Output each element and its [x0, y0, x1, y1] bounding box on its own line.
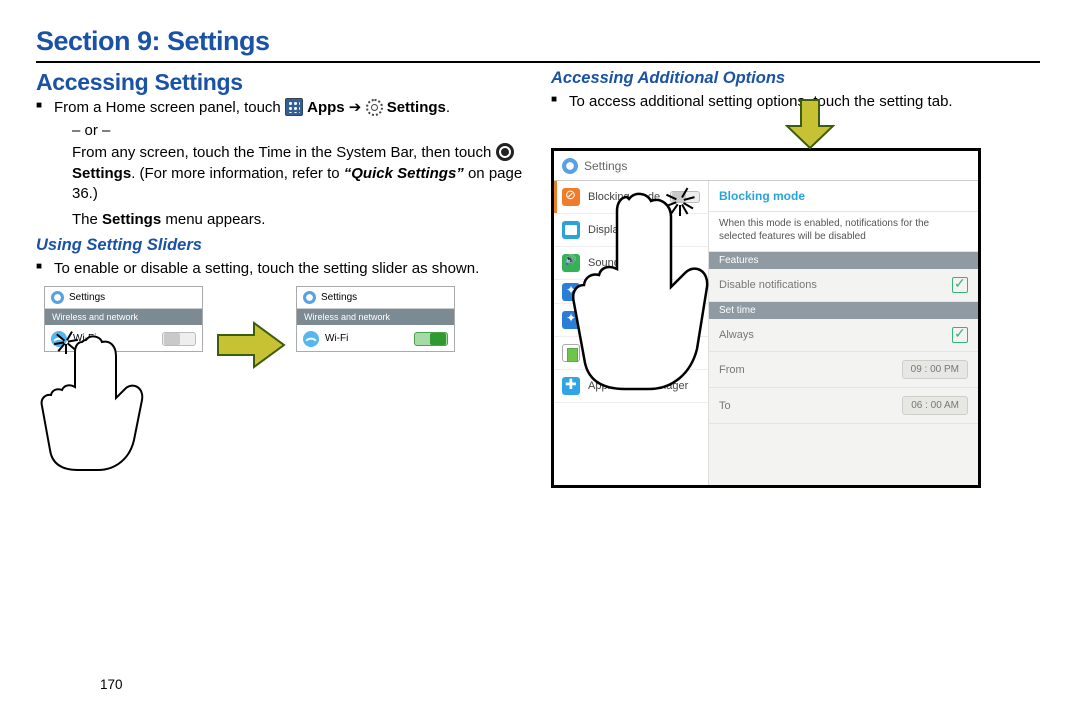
gear-icon — [51, 291, 64, 304]
result-text: The Settings menu appears. — [36, 210, 525, 230]
heading-additional: Accessing Additional Options — [551, 69, 1040, 88]
gear-icon — [303, 291, 316, 304]
right-column: Accessing Additional Options To access a… — [551, 69, 1040, 488]
detail-title: Blocking mode — [709, 181, 978, 212]
settings-dark-icon — [496, 143, 514, 161]
divider — [36, 61, 1040, 63]
step-1b: From any screen, touch the Time in the S… — [36, 143, 525, 204]
gear-icon — [562, 158, 578, 174]
detail-desc: When this mode is enabled, notifications… — [709, 212, 978, 252]
checkbox-icon[interactable] — [952, 277, 968, 293]
slider-instruction: To enable or disable a setting, touch th… — [54, 259, 525, 279]
right-arrow-icon — [216, 321, 286, 369]
wifi-icon — [303, 331, 319, 347]
slider-figure: Settings Wireless and network Wi-Fi — [36, 286, 525, 476]
row-to[interactable]: To06 : 00 AM — [709, 388, 978, 424]
row-disable-notif[interactable]: Disable notifications — [709, 269, 978, 302]
settings-detail: Blocking mode When this mode is enabled,… — [709, 181, 978, 485]
settings-panel-figure: Settings Blocking mode Display Sound Pow… — [551, 148, 981, 488]
mini-settings-on: Settings Wireless and network Wi-Fi — [296, 286, 455, 352]
time-from[interactable]: 09 : 00 PM — [902, 360, 968, 379]
down-arrow-icon — [785, 98, 835, 150]
settings-icon — [366, 99, 383, 116]
section-title: Section 9: Settings — [36, 26, 1040, 57]
heading-accessing: Accessing Settings — [36, 69, 525, 96]
features-header: Features — [709, 252, 978, 269]
wifi-toggle-off[interactable] — [162, 332, 196, 346]
hand-icon — [20, 332, 150, 472]
wifi-toggle-on[interactable] — [414, 332, 448, 346]
or-text: – or – — [36, 122, 525, 139]
settime-header: Set time — [709, 302, 978, 319]
apps-icon — [285, 98, 303, 116]
heading-sliders: Using Setting Sliders — [36, 236, 525, 255]
row-always[interactable]: Always — [709, 319, 978, 352]
row-from[interactable]: From09 : 00 PM — [709, 352, 978, 388]
left-column: Accessing Settings From a Home screen pa… — [36, 69, 525, 488]
checkbox-icon[interactable] — [952, 327, 968, 343]
time-to[interactable]: 06 : 00 AM — [902, 396, 968, 415]
hand-icon — [549, 191, 709, 391]
step-1: From a Home screen panel, touch Apps ➔ S… — [54, 98, 525, 118]
page-number: 170 — [100, 677, 123, 692]
